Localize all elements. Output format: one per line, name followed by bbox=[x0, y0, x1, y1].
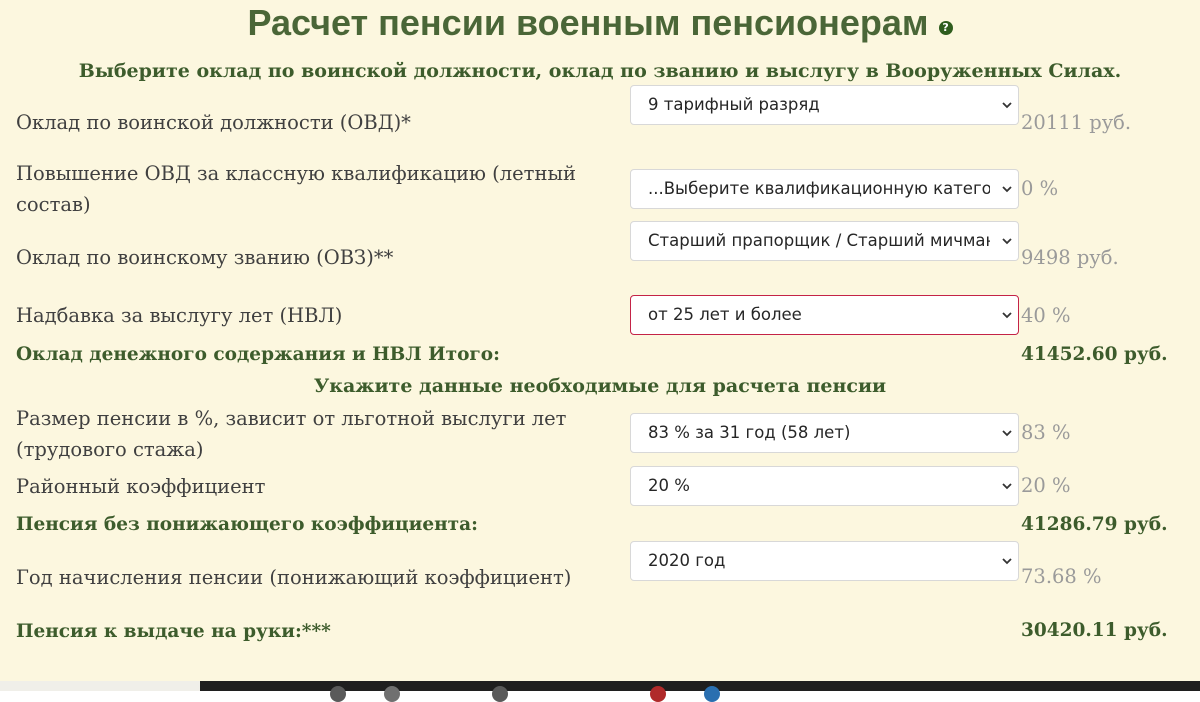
taskbar-dark-area bbox=[200, 681, 1200, 691]
nvl-label: Надбавка за выслугу лет (НВЛ) bbox=[16, 304, 343, 327]
district-coefficient-select[interactable]: 20 % bbox=[630, 466, 1019, 506]
ovd-select-value: 9 тарифный разряд bbox=[648, 95, 820, 114]
pension-percent-value: 83 % bbox=[1021, 421, 1071, 444]
pension-final-label: Пенсия к выдаче на руки:*** bbox=[16, 621, 331, 642]
taskbar-app-icon[interactable] bbox=[704, 686, 720, 702]
pension-percent-label: Размер пенсии в %, зависит от льготной в… bbox=[16, 407, 567, 461]
chevron-down-icon bbox=[1002, 430, 1012, 437]
district-coefficient-select-value: 20 % bbox=[648, 476, 690, 495]
qualification-select-value: ...Выберите квалификационную категорию bbox=[648, 179, 990, 198]
chevron-down-icon bbox=[1002, 102, 1012, 109]
pension-year-select[interactable]: 2020 год bbox=[630, 541, 1019, 581]
ovz-select-value: Старший прапорщик / Старший мичман bbox=[648, 231, 990, 250]
ovz-label: Оклад по воинскому званию (ОВЗ)** bbox=[16, 246, 394, 269]
pension-no-coefficient-label: Пенсия без понижающего коэффициента: bbox=[16, 514, 478, 535]
reduction-coefficient-value: 73.68 % bbox=[1021, 565, 1102, 588]
qualification-select[interactable]: ...Выберите квалификационную категорию bbox=[630, 169, 1019, 209]
salary-total-value: 41452.60 руб. bbox=[1021, 344, 1168, 365]
taskbar-app-icon[interactable] bbox=[330, 686, 346, 702]
ovd-label: Оклад по воинской должности (ОВД)* bbox=[16, 111, 411, 134]
ovz-amount: 9498 руб. bbox=[1021, 246, 1119, 269]
help-icon[interactable]: ? bbox=[938, 21, 953, 35]
chevron-down-icon bbox=[1002, 312, 1012, 319]
qualification-label: Повышение ОВД за классную квалификацию (… bbox=[16, 162, 576, 216]
pension-final-value: 30420.11 руб. bbox=[1021, 620, 1168, 641]
pension-percent-select[interactable]: 83 % за 31 год (58 лет) bbox=[630, 413, 1019, 453]
taskbar-app-icon[interactable] bbox=[650, 686, 666, 702]
taskbar-app-icon[interactable] bbox=[492, 686, 508, 702]
section-heading-choose: Выберите оклад по воинской должности, ок… bbox=[78, 60, 1122, 82]
pension-year-select-value: 2020 год bbox=[648, 551, 726, 570]
page-title: Расчет пенсии военным пенсионерам? bbox=[0, 0, 1200, 48]
district-coefficient-value: 20 % bbox=[1021, 474, 1071, 497]
taskbar-app-icon[interactable] bbox=[384, 686, 400, 702]
ovd-select[interactable]: 9 тарифный разряд bbox=[630, 85, 1019, 125]
pension-year-label: Год начисления пенсии (понижающий коэффи… bbox=[16, 566, 572, 589]
nvl-select-value: от 25 лет и более bbox=[648, 305, 802, 324]
pension-no-coefficient-value: 41286.79 руб. bbox=[1021, 514, 1168, 535]
chevron-down-icon bbox=[1002, 558, 1012, 565]
nvl-percent: 40 % bbox=[1021, 304, 1071, 327]
taskbar bbox=[0, 681, 1200, 702]
qualification-percent: 0 % bbox=[1021, 177, 1059, 200]
ovz-select[interactable]: Старший прапорщик / Старший мичман bbox=[630, 221, 1019, 261]
nvl-select[interactable]: от 25 лет и более bbox=[630, 295, 1019, 335]
chevron-down-icon bbox=[1002, 238, 1012, 245]
pension-percent-select-value: 83 % за 31 год (58 лет) bbox=[648, 423, 851, 442]
chevron-down-icon bbox=[1002, 483, 1012, 490]
salary-total-label: Оклад денежного содержания и НВЛ Итого: bbox=[16, 344, 500, 365]
ovd-amount: 20111 руб. bbox=[1021, 111, 1132, 134]
section-heading-pension-data: Укажите данные необходимые для расчета п… bbox=[313, 375, 887, 397]
chevron-down-icon bbox=[1002, 186, 1012, 193]
district-coefficient-label: Районный коэффициент bbox=[16, 475, 266, 498]
calculator-panel: Расчет пенсии военным пенсионерам? Выбер… bbox=[0, 0, 1200, 691]
